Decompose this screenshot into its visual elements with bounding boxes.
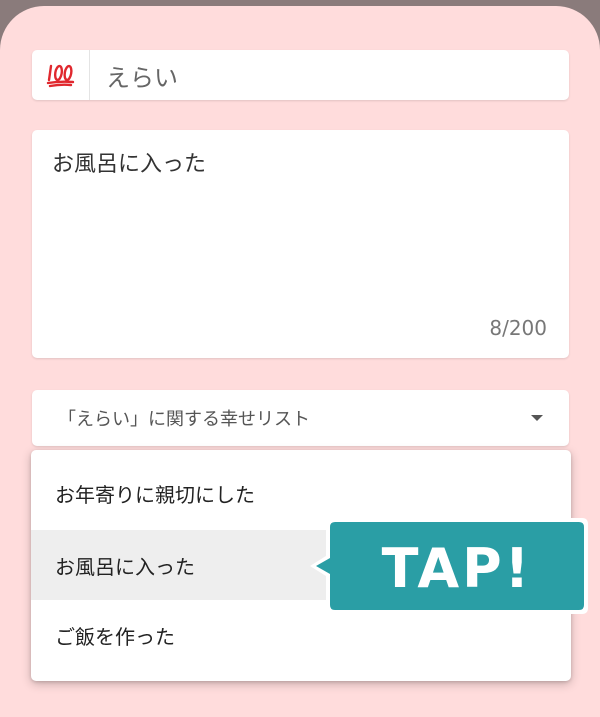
suggestion-select-label: 「えらい」に関する幸せリスト bbox=[58, 409, 310, 430]
character-counter: 8/200 bbox=[489, 316, 547, 340]
entry-text: お風呂に入った bbox=[52, 152, 207, 177]
suggestion-select[interactable]: 「えらい」に関する幸せリスト bbox=[32, 390, 569, 446]
menu-item-label: お年寄りに親切にした bbox=[55, 482, 255, 507]
hundred-points-icon bbox=[32, 50, 90, 100]
menu-item-label: お風呂に入った bbox=[55, 554, 195, 579]
tag-label: えらい bbox=[106, 63, 178, 92]
tap-callout-text: TAP! bbox=[381, 536, 533, 600]
menu-item-label: ご飯を作った bbox=[55, 624, 175, 649]
dropdown-caret-icon bbox=[531, 415, 543, 421]
tag-selector[interactable]: えらい bbox=[32, 50, 569, 100]
entry-textarea[interactable]: お風呂に入った 8/200 bbox=[32, 130, 569, 358]
